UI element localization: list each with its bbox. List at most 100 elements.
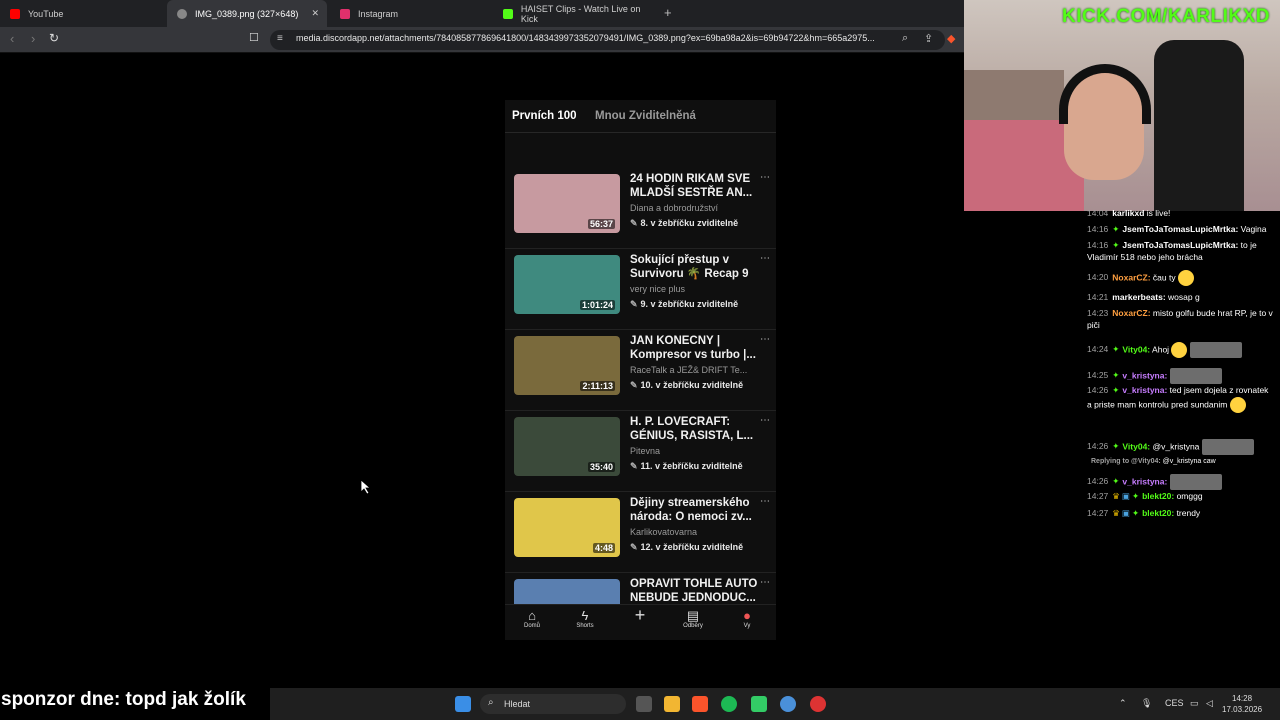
browser-tab-bar: YouTube IMG_0389.png (327×648) ✕ Instagr… [0, 0, 964, 27]
video-thumbnail[interactable]: 4:48 [514, 498, 620, 557]
windows-start-icon[interactable] [455, 696, 471, 712]
chat-username[interactable]: v_kristyna: [1122, 476, 1167, 486]
app-icon[interactable] [751, 696, 767, 712]
tab-instagram[interactable]: Instagram [330, 0, 490, 27]
tab-mnou-zviditelnena[interactable]: Mnou Zviditelněná [595, 110, 696, 122]
video-item[interactable]: 2:11:13 JAN KONEČNÝ | Kompresor vs turbo … [505, 330, 776, 411]
verified-badge-icon: ✦ [1112, 441, 1120, 452]
taskbar [270, 688, 1280, 720]
emote-image [1189, 342, 1242, 358]
chat-message: 14:27 ♛ ▣ ✦ blekt20: omggg [1087, 491, 1275, 503]
network-icon[interactable]: ▭ [1190, 698, 1199, 709]
chat-username[interactable]: v_kristyna: [1122, 385, 1167, 395]
language-indicator[interactable]: CES [1165, 698, 1184, 708]
stream-chat: 14:04 karlikxd is live! 14:16 ✦ JsemToJaToma… [1084, 208, 1280, 528]
chat-username[interactable]: blekt20: [1142, 508, 1174, 518]
video-title[interactable]: Dějiny streamerského národa: O nemoci zv… [630, 497, 758, 524]
sub-badge-icon: ▣ [1121, 508, 1130, 518]
chat-timestamp: 14:21 [1087, 292, 1109, 302]
tab-first-100[interactable]: Prvních 100 [512, 110, 577, 122]
site-info-icon[interactable]: ≡ [277, 33, 283, 44]
share-icon[interactable]: ⇪ [924, 32, 933, 45]
volume-icon[interactable]: ◁ [1206, 698, 1213, 709]
video-channel[interactable]: Karlikovatovarna [630, 527, 760, 537]
task-view-icon[interactable] [636, 696, 652, 712]
video-title[interactable]: 24 HODIN ŘÍKÁM SVÉ MLADŠÍ SESTŘE AN... [630, 173, 758, 200]
more-options-icon[interactable]: ⋯ [760, 496, 770, 507]
video-item[interactable]: 4:48 Dějiny streamerského národa: O nemoc… [505, 492, 776, 573]
tab-kick[interactable]: HAISET Clips - Watch Live on Kick [493, 0, 658, 27]
tab-label: YouTube [28, 8, 64, 19]
bookmark-icon[interactable]: ☐ [249, 31, 259, 44]
video-channel[interactable]: Pitevna [630, 446, 760, 456]
chat-username[interactable]: blekt20: [1142, 491, 1174, 501]
kick-icon [503, 8, 513, 19]
video-item[interactable]: 1:01:24 Šokující přestup v Survivoru 🌴 Re… [505, 249, 776, 330]
video-thumbnail[interactable]: 1:01:24 [514, 255, 620, 314]
video-rank: ✎ 10. v žebříčku zviditelně [630, 380, 744, 390]
zoom-icon[interactable]: ⌕ [902, 32, 908, 45]
video-title[interactable]: Šokující přestup v Survivoru 🌴 Recap 9 [630, 254, 758, 281]
chat-username[interactable]: Vity04: [1122, 441, 1150, 451]
back-icon[interactable]: ‹ [10, 31, 14, 46]
chat-username[interactable]: v_kristyna: [1122, 370, 1167, 380]
video-item[interactable]: 35:40 H. P. LOVECRAFT: GÉNIUS, RASISTA, L… [505, 411, 776, 492]
chat-message: 14:26 ✦ v_kristyna: ted jsem dojela z rovn… [1087, 385, 1275, 413]
nav-subscriptions[interactable]: ▤ Odběry [673, 608, 713, 629]
app-icon-3[interactable] [810, 696, 826, 712]
chat-username[interactable]: Replying to @Vity04: [1091, 458, 1161, 465]
taskbar-search[interactable]: ⌕ Hledat [480, 694, 626, 714]
nav-you[interactable]: ● Vy [727, 608, 767, 629]
app-icon-2[interactable] [780, 696, 796, 712]
nav-home[interactable]: ⌂ Domů [512, 608, 552, 629]
chat-message: 14:26 ✦ v_kristyna: [1087, 474, 1275, 490]
video-title[interactable]: H. P. LOVECRAFT: GÉNIUS, RASISTA, L... [630, 416, 758, 443]
tab-youtube[interactable]: YouTube [0, 0, 165, 27]
more-options-icon[interactable]: ⋯ [760, 253, 770, 264]
home-icon: ⌂ [528, 608, 536, 623]
video-rank: ✎ 12. v žebříčku zviditelně [630, 542, 744, 552]
nav-shorts[interactable]: ϟ Shorts [565, 608, 605, 629]
file-explorer-icon[interactable] [664, 696, 680, 712]
more-options-icon[interactable]: ⋯ [760, 577, 770, 588]
video-title[interactable]: JAN KONEČNÝ | Kompresor vs turbo |... [630, 335, 758, 362]
video-thumbnail[interactable]: 2:11:13 [514, 336, 620, 395]
microphone-icon[interactable]: 🎙 [1141, 698, 1152, 709]
brave-icon[interactable] [692, 696, 708, 712]
more-options-icon[interactable]: ⋯ [760, 334, 770, 345]
reload-icon[interactable]: ↻ [49, 31, 59, 45]
more-options-icon[interactable]: ⋯ [760, 172, 770, 183]
chat-username[interactable]: JsemToJaTomasLupicMrtka: [1122, 240, 1238, 250]
screen: YouTube IMG_0389.png (327×648) ✕ Instagr… [0, 0, 1280, 720]
chat-username[interactable]: Vity04: [1122, 344, 1150, 354]
chat-username[interactable]: markerbeats: [1112, 292, 1165, 302]
video-item[interactable]: 56:37 24 HODIN ŘÍKÁM SVÉ MLADŠÍ SESTŘE AN… [505, 168, 776, 249]
tray-chevron-icon[interactable]: ⌃ [1119, 698, 1127, 709]
kick-channel-logo: KICK.COM/KARLIKXD [1062, 6, 1270, 27]
url-text[interactable]: media.discordapp.net/attachments/7840858… [296, 33, 875, 43]
forward-icon[interactable]: › [31, 31, 35, 46]
brave-shield-icon[interactable]: ◆ [947, 32, 955, 45]
chat-message: Replying to @Vity04: @v_kristyna caw [1087, 456, 1275, 468]
chat-username[interactable]: karlikxd [1112, 208, 1144, 218]
close-tab-icon[interactable]: ✕ [311, 8, 319, 19]
video-thumbnail[interactable]: 35:40 [514, 417, 620, 476]
spotify-icon[interactable] [721, 696, 737, 712]
video-thumbnail[interactable]: 56:37 [514, 174, 620, 233]
chat-message: 14:26 ✦ Vity04: @v_kristyna [1087, 439, 1275, 455]
video-channel[interactable]: very nice plus [630, 284, 760, 294]
search-placeholder: Hledat [504, 699, 531, 709]
taskbar-clock[interactable]: 14:28 17.03.2026 [1222, 693, 1262, 715]
chat-username[interactable]: NoxarCZ: [1112, 308, 1150, 318]
new-tab-button[interactable]: + [664, 5, 672, 20]
video-title[interactable]: OPRAVIT TOHLE AUTO NEBUDE JEDNODUC... [630, 578, 758, 605]
chat-message: 14:16 ✦ JsemToJaTomasLupicMrtka: Vagina [1087, 224, 1275, 236]
video-channel[interactable]: Diana a dobrodružství [630, 203, 760, 213]
video-duration: 56:37 [587, 219, 615, 229]
tab-image[interactable]: IMG_0389.png (327×648) ✕ [167, 0, 327, 27]
chat-username[interactable]: JsemToJaTomasLupicMrtka: [1122, 224, 1238, 234]
video-channel[interactable]: RaceTalk a JEŽ& DRIFT Te... [630, 365, 760, 375]
more-options-icon[interactable]: ⋯ [760, 415, 770, 426]
nav-create[interactable]: + [620, 606, 660, 624]
chat-username[interactable]: NoxarCZ: [1112, 272, 1150, 282]
